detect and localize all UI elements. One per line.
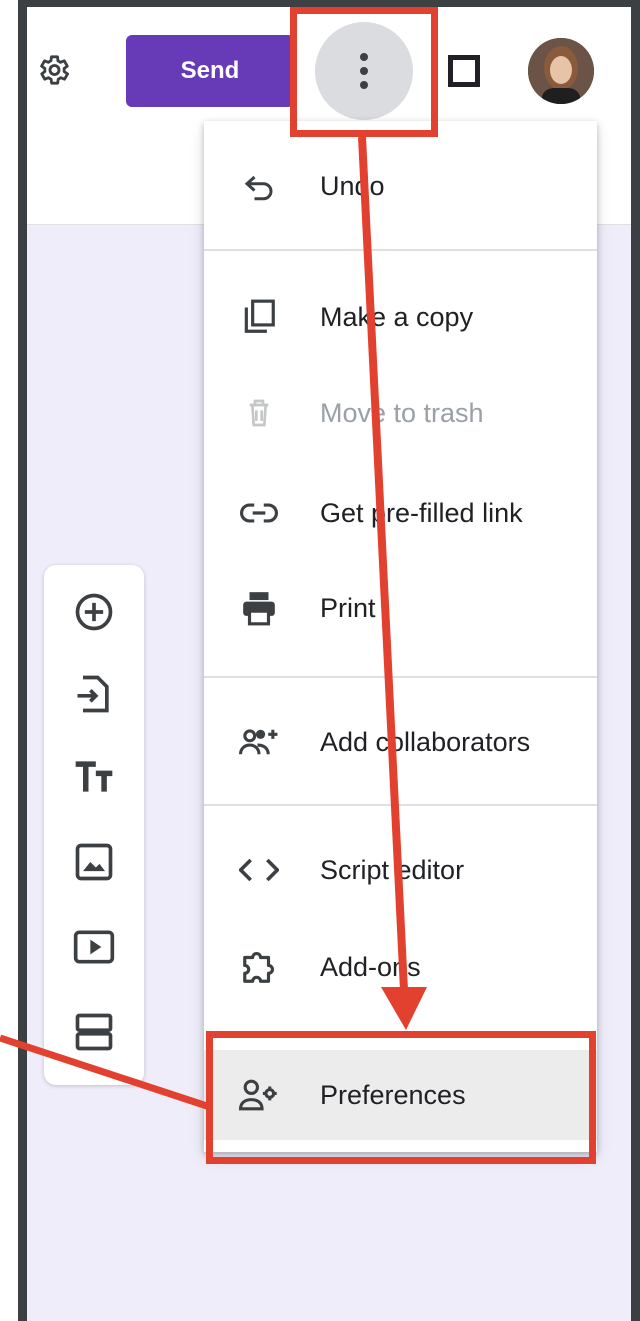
annotation-arrows xyxy=(0,136,427,1111)
annotation-pointer-line xyxy=(0,1034,212,1111)
screenshot-frame: Send Undo Make a copy Move to trash Get … xyxy=(0,0,640,1321)
annotation-arrow-down xyxy=(358,136,408,991)
annotation-arrowhead xyxy=(381,987,427,1030)
